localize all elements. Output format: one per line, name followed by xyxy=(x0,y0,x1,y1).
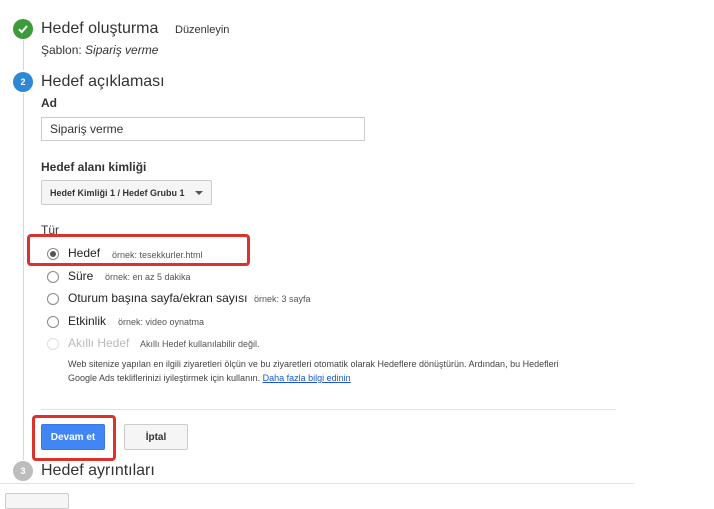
name-input-value: Sipariş verme xyxy=(50,122,124,136)
step1-template: Şablon: Sipariş verme xyxy=(41,43,158,57)
bottom-divider xyxy=(0,483,634,484)
step1-edit-link[interactable]: Düzenleyin xyxy=(175,24,229,36)
type-example-event: örnek: video oynatma xyxy=(118,317,205,327)
type-radio-duration[interactable] xyxy=(47,271,59,283)
smart-goal-info-line2: Google Ads tekliflerinizi iyileştirmek i… xyxy=(68,371,628,385)
smart-goal-info-line1: Web sitenize yapılan en ilgili ziyaretle… xyxy=(68,359,559,369)
name-label: Ad xyxy=(41,96,57,110)
type-radio-smart-goal xyxy=(47,338,59,350)
slot-dropdown[interactable]: Hedef Kimliği 1 / Hedef Grubu 1 xyxy=(41,180,212,205)
step2-connector xyxy=(23,93,24,460)
step1-title: Hedef oluşturma xyxy=(41,20,159,37)
highlight-destination-option xyxy=(27,234,250,266)
type-label-smart-goal: Akıllı Hedef xyxy=(68,336,130,350)
slot-dropdown-value: Hedef Kimliği 1 / Hedef Grubu 1 xyxy=(50,187,185,198)
highlight-continue-button xyxy=(32,415,116,461)
slot-label: Hedef alanı kimliği xyxy=(41,160,147,174)
type-example-smart-goal: Akıllı Hedef kullanılabilir değil. xyxy=(140,339,260,349)
template-prefix: Şablon: xyxy=(41,43,82,57)
type-label-event[interactable]: Etkinlik xyxy=(68,314,106,328)
name-input[interactable]: Sipariş verme xyxy=(41,117,365,141)
buttons-divider xyxy=(41,409,616,410)
type-example-pages: örnek: 3 sayfa xyxy=(254,294,311,304)
step1-check-icon xyxy=(13,19,33,39)
type-label-duration[interactable]: Süre xyxy=(68,269,93,283)
type-radio-pages[interactable] xyxy=(47,293,59,305)
step3-number-icon: 3 xyxy=(13,461,33,481)
smart-goal-info-text: Google Ads tekliflerinizi iyileştirmek i… xyxy=(68,373,261,383)
template-value: Sipariş verme xyxy=(85,43,159,57)
step2-title: Hedef açıklaması xyxy=(41,73,165,90)
smart-goal-info: Web sitenize yapılan en ilgili ziyaretle… xyxy=(68,357,628,385)
step1-connector xyxy=(23,40,24,70)
checkmark-icon xyxy=(18,25,28,34)
step3-title: Hedef ayrıntıları xyxy=(41,462,155,479)
bottom-partial-button[interactable] xyxy=(5,493,69,509)
learn-more-link[interactable]: Daha fazla bilgi edinin xyxy=(263,373,351,383)
chevron-down-icon xyxy=(195,191,203,195)
cancel-button[interactable]: İptal xyxy=(124,424,188,450)
type-label-pages[interactable]: Oturum başına sayfa/ekran sayısı xyxy=(68,291,247,305)
type-example-duration: örnek: en az 5 dakika xyxy=(105,272,191,282)
step2-number-icon: 2 xyxy=(13,72,33,92)
type-radio-event[interactable] xyxy=(47,316,59,328)
